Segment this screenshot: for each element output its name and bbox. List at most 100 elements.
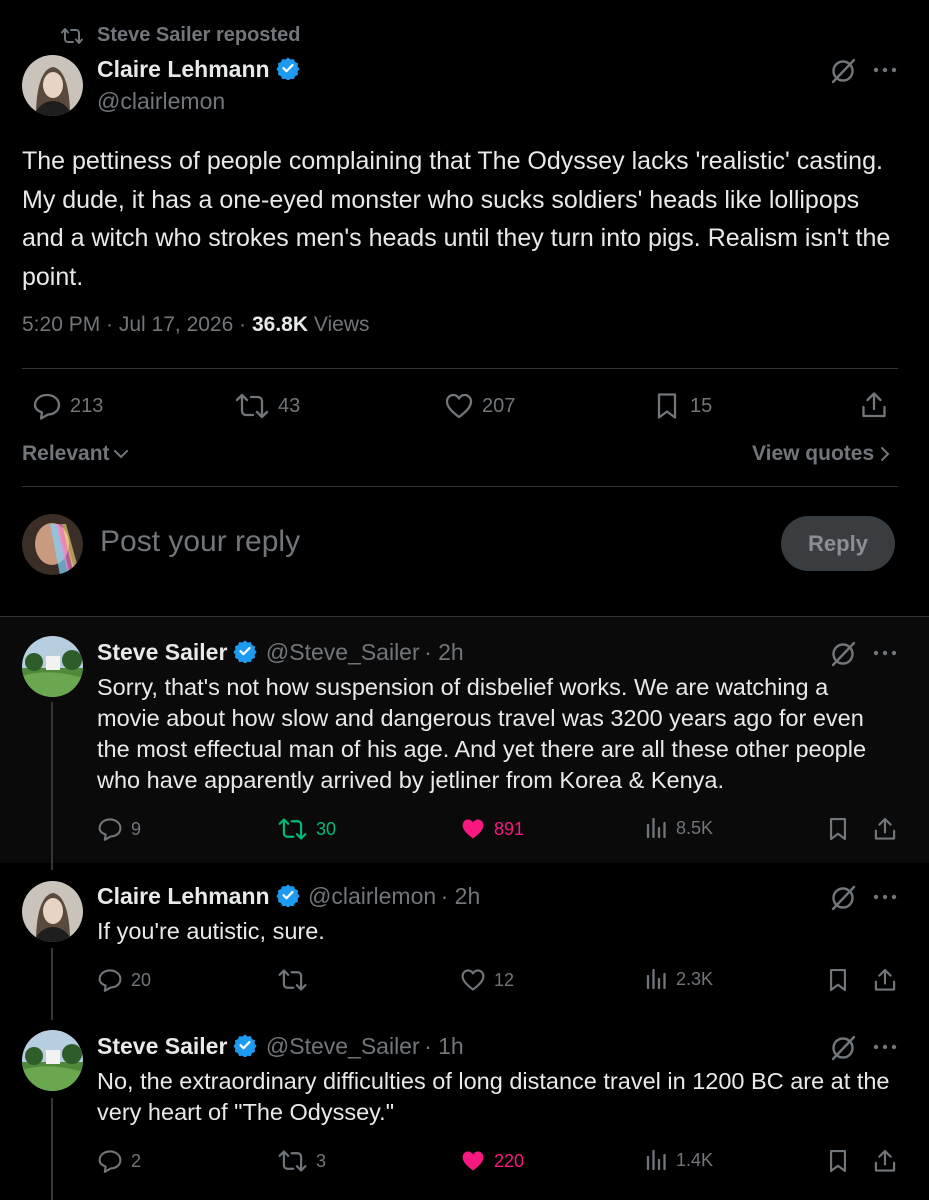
post-time[interactable]: 5:20 PM · Jul 17, 2026 · <box>22 313 252 336</box>
reply-text: No, the extraordinary difficulties of lo… <box>97 1068 890 1125</box>
thread-line <box>51 702 53 870</box>
reply-author-handle[interactable]: @Steve_Sailer <box>266 639 420 665</box>
verified-badge-icon <box>275 56 300 80</box>
reply-text: If you're autistic, sure. <box>97 918 325 944</box>
reply-action[interactable]: 213 <box>32 391 103 421</box>
like-action[interactable]: 891 <box>460 816 524 842</box>
reply-author-name[interactable]: Claire Lehmann <box>97 883 270 909</box>
avatar[interactable] <box>22 881 83 942</box>
bookmark-icon <box>652 391 682 421</box>
like-icon <box>444 391 474 421</box>
sort-label: Relevant <box>22 442 110 465</box>
views-count: 36.8K <box>251 313 309 336</box>
sort-dropdown[interactable]: Relevant <box>22 442 129 466</box>
views-action[interactable]: 8.5K <box>644 816 713 840</box>
author-name[interactable]: Claire Lehmann <box>97 56 270 82</box>
reply-count: 9 <box>131 818 142 839</box>
grok-icon[interactable] <box>829 1034 857 1062</box>
reply-time[interactable]: · 1h <box>424 1033 464 1059</box>
view-quotes-link[interactable]: View quotes <box>752 442 890 466</box>
post-text: The pettiness of people complaining that… <box>22 147 891 291</box>
repost-icon <box>277 816 308 842</box>
reply-author-handle[interactable]: @Steve_Sailer <box>266 1033 420 1059</box>
grok-icon[interactable] <box>829 884 857 912</box>
repost-icon <box>234 391 270 421</box>
views-icon <box>644 967 668 991</box>
grok-icon[interactable] <box>829 640 857 668</box>
like-count: 891 <box>494 818 525 839</box>
bookmark-icon[interactable] <box>825 1148 851 1174</box>
verified-badge-icon <box>275 883 300 907</box>
repost-action[interactable]: 3 <box>277 1148 326 1174</box>
avatar[interactable] <box>22 1030 83 1091</box>
reply-count: 213 <box>70 394 104 417</box>
repost-icon <box>277 1148 308 1174</box>
like-action[interactable]: 207 <box>444 391 515 421</box>
reply-input[interactable]: Post your reply <box>100 525 760 565</box>
reply-action[interactable]: 20 <box>97 967 151 993</box>
bookmark-action[interactable]: 15 <box>652 391 712 421</box>
views-label: Views <box>308 313 370 336</box>
avatar[interactable] <box>22 636 83 697</box>
reply-icon <box>32 391 62 421</box>
repost-count: 43 <box>278 394 301 417</box>
divider <box>22 486 898 487</box>
like-icon <box>460 816 486 842</box>
like-count: 220 <box>494 1150 525 1171</box>
share-icon[interactable] <box>859 390 889 420</box>
repost-count: 30 <box>316 818 337 839</box>
like-icon <box>460 967 486 993</box>
author-handle[interactable]: @clairlemon <box>97 88 225 115</box>
more-icon[interactable] <box>873 894 897 900</box>
repost-banner-icon <box>60 26 84 46</box>
reply-author-name[interactable]: Steve Sailer <box>97 1033 227 1059</box>
repost-banner[interactable]: Steve Sailer reposted <box>97 24 300 47</box>
verified-badge-icon <box>233 639 258 663</box>
reply-icon <box>97 816 123 842</box>
post-meta: 5:20 PM · Jul 17, 2026 · 36.8K Views <box>22 313 370 337</box>
like-icon <box>460 1148 486 1174</box>
views-count: 1.4K <box>676 1149 714 1170</box>
like-action[interactable]: 12 <box>460 967 514 993</box>
grok-icon[interactable] <box>829 57 857 85</box>
chevron-right-icon <box>880 446 890 462</box>
reply-icon <box>97 967 123 993</box>
reply-action[interactable]: 9 <box>97 816 141 842</box>
reply-count: 2 <box>131 1150 142 1171</box>
views-count: 2.3K <box>676 968 714 989</box>
reply-button[interactable]: Reply <box>781 516 895 571</box>
share-icon[interactable] <box>872 816 898 842</box>
bookmark-count: 15 <box>690 394 713 417</box>
reply-action[interactable]: 2 <box>97 1148 141 1174</box>
bookmark-icon[interactable] <box>825 967 851 993</box>
reply-author-name[interactable]: Steve Sailer <box>97 639 227 665</box>
reply-count: 20 <box>131 969 152 990</box>
reply-time[interactable]: · 2h <box>424 639 464 665</box>
like-action[interactable]: 220 <box>460 1148 524 1174</box>
repost-action[interactable]: 43 <box>234 391 300 421</box>
views-action[interactable]: 1.4K <box>644 1148 713 1172</box>
repost-icon <box>277 967 308 993</box>
reply-icon <box>97 1148 123 1174</box>
thread-line <box>51 1098 53 1200</box>
share-icon[interactable] <box>872 967 898 993</box>
divider <box>22 368 898 369</box>
verified-badge-icon <box>233 1033 258 1057</box>
repost-action[interactable]: 30 <box>277 816 336 842</box>
views-count: 8.5K <box>676 817 714 838</box>
like-count: 12 <box>494 969 515 990</box>
more-icon[interactable] <box>873 67 897 73</box>
user-avatar[interactable] <box>22 514 83 575</box>
avatar[interactable] <box>22 55 83 116</box>
more-icon[interactable] <box>873 650 897 656</box>
thread-line <box>51 948 53 1020</box>
share-icon[interactable] <box>872 1148 898 1174</box>
repost-action[interactable] <box>277 967 316 993</box>
more-icon[interactable] <box>873 1044 897 1050</box>
reply-text: Sorry, that's not how suspension of disb… <box>97 674 867 793</box>
reply-time[interactable]: · 2h <box>441 883 481 909</box>
views-action[interactable]: 2.3K <box>644 967 713 991</box>
reply-author-handle[interactable]: @clairlemon <box>308 883 436 909</box>
view-quotes-label: View quotes <box>752 442 875 465</box>
bookmark-icon[interactable] <box>825 816 851 842</box>
